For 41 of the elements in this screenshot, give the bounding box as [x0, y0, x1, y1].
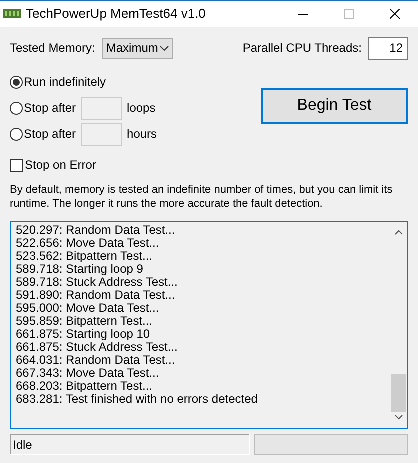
checkbox[interactable]	[10, 158, 23, 172]
radio-button[interactable]	[10, 128, 23, 140]
log-line: 683.281: Test finished with no errors detected	[16, 393, 259, 406]
log-line: 664.031: Random Data Test...	[16, 354, 176, 367]
log-line: 591.890: Random Data Test...	[16, 289, 176, 302]
status-text: Idle	[13, 436, 32, 454]
threads-input[interactable]: 12	[368, 36, 408, 60]
chevron-down-icon	[160, 46, 170, 50]
log-line: 595.859: Bitpattern Test...	[16, 315, 154, 328]
unit-label: loops	[127, 100, 156, 117]
tested-memory-dropdown[interactable]: Maximum	[102, 38, 174, 58]
window-title: TechPowerUp MemTest64 v1.0	[26, 5, 207, 24]
count-input[interactable]	[81, 96, 122, 120]
radio-label[interactable]: Run indefinitely	[24, 73, 106, 91]
memory-module-icon	[3, 8, 21, 20]
log-line: 661.875: Stuck Address Test...	[16, 341, 179, 354]
log-line: 667.343: Move Data Test...	[16, 367, 160, 380]
scroll-thumb[interactable]	[391, 374, 406, 412]
log-line: 522.656: Move Data Test...	[16, 237, 160, 250]
checkbox-label[interactable]: Stop on Error	[25, 156, 96, 174]
parallel-threads-label: Parallel CPU Threads:	[242, 40, 362, 57]
radio-button[interactable]	[10, 76, 23, 88]
radio-label[interactable]: Stop after	[24, 125, 76, 143]
log-line: 661.875: Starting loop 10	[16, 328, 152, 341]
begin-test-button[interactable]: Begin Test	[261, 88, 408, 124]
count-input[interactable]	[81, 122, 122, 146]
unit-label: hours	[127, 126, 158, 143]
description-text: By default, memory is tested an indefinite number of times, but you can limit its runtime. The longer it runs the more accurate the fault detection.	[9, 183, 394, 211]
log-line: 523.562: Bitpattern Test...	[16, 250, 154, 263]
log-line: 520.297: Random Data Test...	[16, 224, 176, 237]
log-line: 589.718: Stuck Address Test...	[16, 276, 179, 289]
scroll-down-icon[interactable]	[394, 415, 402, 420]
maximize-icon	[344, 9, 354, 19]
log-line: 589.718: Starting loop 9	[16, 263, 144, 276]
tested-memory-label: Tested Memory:	[10, 40, 96, 57]
radio-label[interactable]: Stop after	[24, 99, 76, 117]
radio-button[interactable]	[10, 102, 23, 114]
log-line: 595.000: Move Data Test...	[16, 302, 160, 315]
scroll-up-icon[interactable]	[394, 230, 402, 235]
close-icon	[390, 9, 400, 19]
log-line: 668.203: Bitpattern Test...	[16, 380, 154, 393]
